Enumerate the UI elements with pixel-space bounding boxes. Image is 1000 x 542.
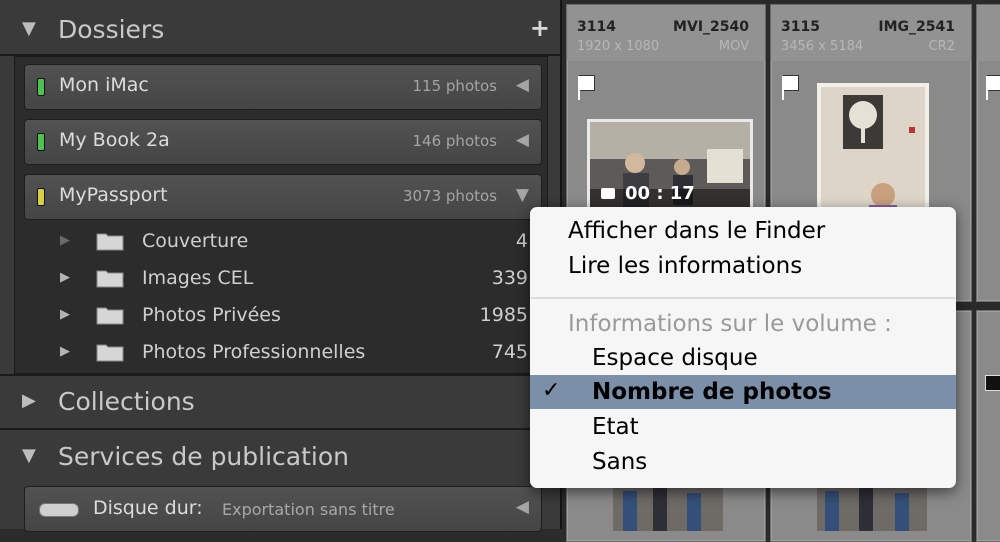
expand-triangle-icon[interactable]: ▶: [60, 307, 70, 322]
collections-title: Collections: [58, 387, 195, 416]
folder-name: Photos Professionnelles: [142, 341, 366, 363]
publish-services-title: Services de publication: [58, 442, 349, 471]
menu-separator: [531, 297, 955, 299]
expand-triangle-icon: ▶: [60, 233, 70, 248]
cell-header: 3114 MVI_2540 1920 x 1080 MOV: [567, 5, 765, 61]
cell-number: 3115: [781, 19, 820, 35]
grid-cell-partial[interactable]: [976, 310, 1000, 542]
expand-arrow-icon[interactable]: ◀: [516, 75, 529, 95]
publish-services-header[interactable]: ▼ Services de publication +: [0, 431, 560, 481]
folder-icon: [96, 344, 124, 362]
folder-photos-professionnelles[interactable]: ▶ Photos Professionnelles 745: [60, 338, 530, 372]
folder-count: 4: [515, 230, 528, 252]
cell-filename: MVI_2540: [673, 19, 749, 35]
menu-item-label: Lire les informations: [568, 253, 803, 279]
menu-item-label: Afficher dans le Finder: [568, 218, 826, 244]
video-duration: 00 : 17: [625, 183, 695, 204]
dossiers-title: Dossiers: [58, 15, 165, 44]
grid-cell-partial[interactable]: [976, 4, 1000, 302]
folder-count: 339: [491, 267, 528, 289]
cell-extension: CR2: [928, 39, 955, 54]
folder-name: Images CEL: [142, 267, 254, 289]
flag-icon[interactable]: [986, 75, 1000, 100]
service-value: Exportation sans titre: [222, 500, 395, 519]
menu-heading-label: Informations sur le volume :: [568, 311, 892, 337]
folder-count: 745: [491, 341, 528, 363]
hard-drive-icon: [39, 503, 79, 517]
collapse-triangle-icon[interactable]: ▼: [22, 18, 36, 39]
cell-number: 3114: [577, 19, 616, 35]
cell-header: [977, 5, 1000, 61]
volume-status-led-icon: [37, 188, 45, 206]
expand-arrow-icon[interactable]: ◀: [516, 130, 529, 150]
folder-images-cel[interactable]: ▶ Images CEL 339: [60, 264, 530, 298]
collections-header[interactable]: ▶ Collections +: [0, 376, 560, 426]
cell-header: 3115 IMG_2541 3456 x 5184 CR2: [771, 5, 971, 61]
divider: [0, 428, 560, 430]
folder-icon: [96, 270, 124, 288]
expand-triangle-icon[interactable]: ▶: [60, 270, 70, 285]
flag-icon[interactable]: [782, 75, 799, 100]
folder-icon: [96, 307, 124, 325]
menu-item-show-in-finder[interactable]: Afficher dans le Finder: [530, 214, 956, 248]
menu-option-state[interactable]: Etat: [530, 410, 956, 444]
volume-name: MyPassport: [59, 184, 168, 206]
flag-icon[interactable]: [578, 75, 595, 100]
cell-filename: IMG_2541: [878, 19, 955, 35]
cell-dimensions: 1920 x 1080: [577, 39, 660, 54]
checkmark-icon: ✓: [542, 378, 561, 403]
menu-item-label: Etat: [592, 414, 639, 440]
menu-item-label: Espace disque: [592, 345, 758, 371]
menu-option-photo-count[interactable]: ✓ Nombre de photos: [530, 375, 956, 409]
expand-arrow-icon[interactable]: ◀: [516, 497, 529, 517]
volume-mon-imac[interactable]: Mon iMac 115 photos ◀: [24, 64, 542, 110]
collapse-triangle-icon[interactable]: ▼: [22, 445, 36, 466]
folder-count: 1985: [479, 304, 528, 326]
folder-name: Photos Privées: [142, 304, 281, 326]
menu-option-disk-space[interactable]: Espace disque: [530, 341, 956, 375]
menu-item-label: Sans: [592, 449, 648, 475]
volume-photo-count: 3073 photos: [402, 187, 497, 205]
context-menu: Afficher dans le Finder Lire les informa…: [530, 207, 956, 488]
video-camera-icon: [601, 188, 615, 199]
expand-triangle-icon[interactable]: ▶: [22, 390, 36, 411]
service-hard-drive[interactable]: Disque dur: Exportation sans titre ◀: [24, 486, 542, 532]
reject-flag-icon[interactable]: [985, 375, 1000, 391]
dossiers-header[interactable]: ▼ Dossiers +: [0, 4, 560, 54]
left-panel: ▼ Dossiers + Mon iMac 115 photos ◀ My Bo…: [0, 0, 562, 532]
menu-item-label: Nombre de photos: [592, 379, 832, 405]
service-label: Disque dur:: [93, 497, 203, 519]
photo-thumbnail[interactable]: [817, 83, 929, 223]
folder-icon: [96, 233, 124, 251]
volume-status-led-icon: [37, 133, 45, 151]
volume-name: My Book 2a: [59, 129, 170, 151]
volume-status-led-icon: [37, 78, 45, 96]
folder-photos-privees[interactable]: ▶ Photos Privées 1985: [60, 301, 530, 335]
volume-photo-count: 146 photos: [412, 132, 497, 150]
cell-dimensions: 3456 x 5184: [781, 39, 864, 54]
add-folder-icon[interactable]: +: [530, 14, 550, 42]
cell-extension: MOV: [718, 39, 749, 54]
volume-mypassport[interactable]: MyPassport 3073 photos ▼: [24, 174, 542, 220]
volume-photo-count: 115 photos: [412, 77, 497, 95]
volume-my-book[interactable]: My Book 2a 146 photos ◀: [24, 119, 542, 165]
photo-thumbnail[interactable]: [613, 481, 723, 531]
collapse-arrow-icon[interactable]: ▼: [516, 185, 529, 205]
menu-item-get-info[interactable]: Lire les informations: [530, 249, 956, 283]
folder-name: Couverture: [142, 230, 249, 252]
menu-heading-volume-info: Informations sur le volume :: [530, 307, 956, 341]
menu-option-none[interactable]: Sans: [530, 445, 956, 479]
volume-name: Mon iMac: [59, 74, 149, 96]
expand-triangle-icon[interactable]: ▶: [60, 344, 70, 359]
photo-thumbnail[interactable]: [817, 481, 927, 531]
folder-couverture[interactable]: ▶ Couverture 4: [60, 227, 530, 261]
